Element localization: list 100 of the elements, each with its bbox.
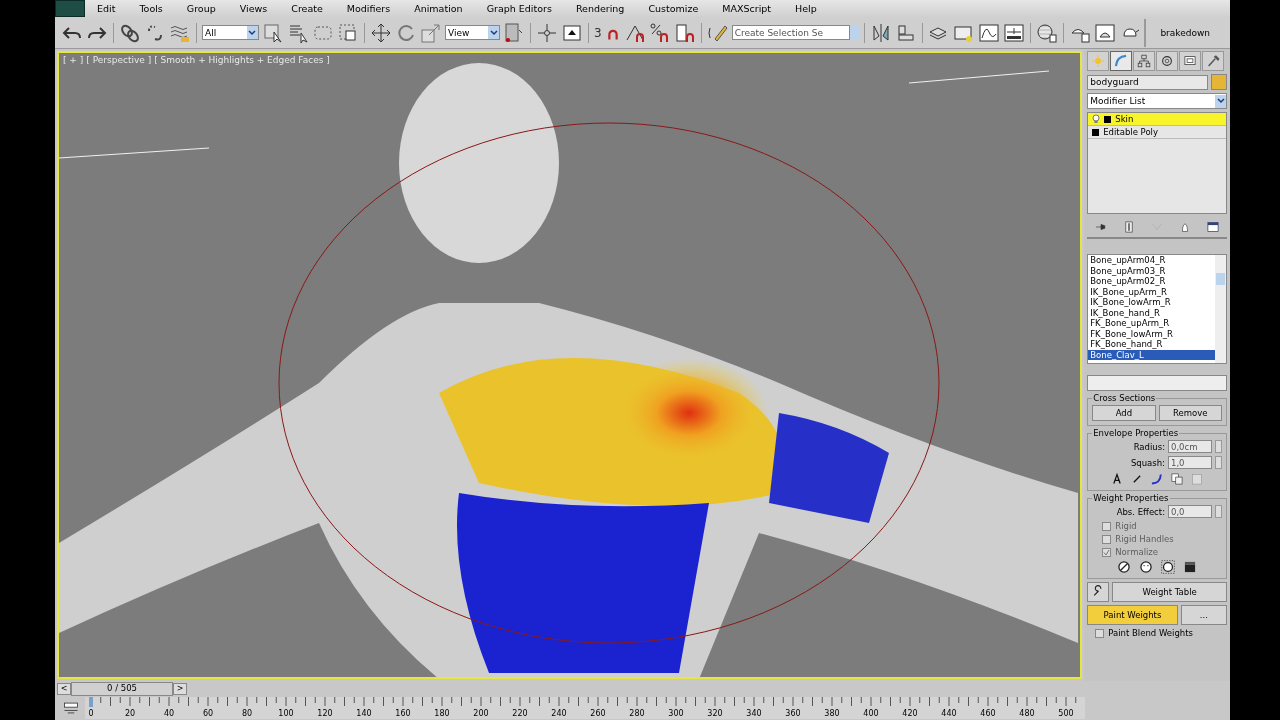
command-panel-tab[interactable] <box>1110 51 1133 71</box>
frame-label: 100 <box>278 709 294 718</box>
viewport-label[interactable]: [ Perspective ] <box>86 55 152 65</box>
frame-label: 160 <box>395 709 411 718</box>
menu-item[interactable]: MAXScript <box>710 3 784 14</box>
bone-list-item[interactable]: Bone_upArm03_R <box>1088 265 1215 276</box>
modifier-stack-item[interactable]: Editable Poly <box>1088 126 1226 139</box>
next-frame-button[interactable]: > <box>173 682 187 695</box>
cross-section-button[interactable]: Remove <box>1158 405 1222 421</box>
frame-label: 120 <box>317 709 333 718</box>
paint-weights-button[interactable]: Paint Weights <box>1087 605 1178 625</box>
viewport-label[interactable]: [ + ] <box>63 55 84 65</box>
window-crossing-icon[interactable] <box>337 21 359 44</box>
menu-item[interactable]: Animation <box>402 3 475 14</box>
bone-list[interactable]: Bone_upArm04_R Bone_upArm03_R Bone_upArm02_R IK_Bone_upArm_R IK_Bone_lowArm_R IK_Bone_hand_R FK_Bone_upArm_R FK_Bone_lowArm_R FK_Bone_hand_R Bone_Clav_L <box>1087 254 1227 364</box>
reference-coordinate-dropdown[interactable]: View <box>444 25 501 40</box>
menu-item[interactable]: Edit <box>85 3 128 14</box>
scrollbar-thumb[interactable] <box>1216 273 1225 285</box>
frame-label: 60 <box>202 709 214 718</box>
modifier-list-dropdown[interactable]: Modifier List <box>1087 93 1227 109</box>
selection-filter-dropdown[interactable]: All <box>201 25 259 40</box>
paint-options-button[interactable]: ... <box>1180 605 1227 625</box>
cross-section-button[interactable]: Add <box>1092 405 1156 421</box>
field-label: Radius: <box>1133 441 1165 452</box>
percent-snap-icon[interactable] <box>648 21 671 44</box>
move-icon[interactable] <box>369 21 392 44</box>
time-slider-thumb[interactable]: 0 / 505 <box>71 681 173 696</box>
selected-smiley-icon[interactable] <box>1161 560 1176 574</box>
group-title: Envelope Properties <box>1092 428 1180 438</box>
spinner-field[interactable]: 1,0 <box>1168 456 1212 469</box>
frame-label: 260 <box>590 709 606 718</box>
command-panel-tab[interactable] <box>1202 51 1225 71</box>
wrench-button[interactable] <box>1087 582 1110 602</box>
track-bar[interactable]: 0 20 40 60 80 100 120 140 160 180 200 220 240 260 280 300 320 340 360 380 400 420 440 460 480 500 <box>85 697 1085 719</box>
named-selection-field[interactable]: Create Selection Se <box>731 25 850 40</box>
material-editor-icon[interactable] <box>1036 21 1059 44</box>
group-title: Cross Sections <box>1092 393 1157 403</box>
object-color-swatch[interactable] <box>1211 74 1227 90</box>
menu-item[interactable]: Create <box>279 3 335 14</box>
smiley-icon[interactable] <box>1139 560 1154 574</box>
viewport[interactable]: [ + ] [ Perspective ] [ Smooth + Highlights + Edged Faces ] <box>57 51 1083 679</box>
frame-label: 200 <box>473 709 489 718</box>
frame-label: 180 <box>434 709 450 718</box>
frame-label: 460 <box>980 709 996 718</box>
command-panel-tab[interactable] <box>1133 51 1156 71</box>
menu-item[interactable]: Customize <box>636 3 711 14</box>
select-object-icon[interactable] <box>262 21 284 44</box>
menu-item[interactable]: Modifiers <box>334 3 403 14</box>
chevron-down-icon[interactable] <box>488 26 500 39</box>
modifier-stack-item[interactable]: Skin <box>1088 113 1226 126</box>
clapperboard-icon[interactable] <box>1183 560 1198 574</box>
copy-icon[interactable] <box>1170 472 1185 486</box>
hammer-icon <box>1205 53 1222 69</box>
spinner-field[interactable]: 0,0 <box>1168 505 1212 518</box>
object-name-field[interactable]: bodyguard <box>1087 74 1208 90</box>
curve-icon[interactable] <box>1150 472 1165 486</box>
no-smiley-icon[interactable] <box>1117 560 1132 574</box>
checkbox[interactable] <box>1095 628 1105 638</box>
weight-table-button[interactable]: Weight Table <box>1112 582 1227 602</box>
previous-frame-button[interactable]: < <box>57 682 71 695</box>
frame-label: 320 <box>707 709 723 718</box>
frame-label: 0 <box>88 709 94 718</box>
chevron-down-icon[interactable] <box>1215 94 1226 108</box>
bone-list-item[interactable]: Bone_upArm04_R <box>1088 255 1215 266</box>
bone-list-item[interactable]: FK_Bone_lowArm_R <box>1088 328 1215 339</box>
frame-label: 400 <box>863 709 879 718</box>
menu-item[interactable]: Help <box>783 3 829 14</box>
menu-item[interactable]: Rendering <box>563 3 637 14</box>
bone-list-item[interactable]: IK_Bone_upArm_R <box>1088 286 1215 297</box>
viewport-label[interactable]: [ Smooth + Highlights + Edged Faces ] <box>154 55 330 65</box>
command-panel-tab[interactable] <box>1179 51 1202 71</box>
bone-list-item[interactable]: Bone_Clav_L <box>1088 349 1215 360</box>
menu-item[interactable]: Tools <box>127 3 175 14</box>
checkbox-option[interactable]: Paint Blend Weights <box>1087 628 1227 638</box>
bone-list-item[interactable]: IK_Bone_lowArm_R <box>1088 297 1215 308</box>
manipulate-icon[interactable] <box>536 21 558 44</box>
light-bulb-icon[interactable] <box>1092 114 1101 124</box>
menu-item[interactable]: Group <box>174 3 228 14</box>
bone-list-item[interactable]: Bone_upArm02_R <box>1088 276 1215 287</box>
spinner-field[interactable]: 0,0cm <box>1168 440 1212 453</box>
bone-list-item[interactable]: IK_Bone_hand_R <box>1088 307 1215 318</box>
bone-name-field[interactable] <box>1087 375 1227 391</box>
spinner-snap-icon[interactable] <box>673 21 696 44</box>
command-panel-tab[interactable] <box>1156 51 1179 71</box>
frame-label: 280 <box>629 709 645 718</box>
snap-toggle[interactable]: 3 <box>594 25 602 40</box>
dope-sheet-icon[interactable] <box>1003 21 1026 44</box>
frame-label: 360 <box>785 709 801 718</box>
chevron-down-icon[interactable] <box>247 26 258 39</box>
bone-list-item[interactable]: FK_Bone_upArm_R <box>1088 318 1215 329</box>
bone-list-item[interactable]: FK_Bone_hand_R <box>1088 339 1215 350</box>
configure-sets-icon[interactable] <box>1206 220 1220 234</box>
menu-item[interactable]: Graph Editors <box>474 3 564 14</box>
frame-label: 340 <box>746 709 762 718</box>
curve-editor-icon[interactable] <box>978 21 1001 44</box>
frame-label: 420 <box>902 709 918 718</box>
key-filter-icon[interactable] <box>61 699 81 717</box>
rendered-frame-icon[interactable] <box>1094 21 1117 44</box>
frame-label: 40 <box>163 709 175 718</box>
menu-item[interactable]: Views <box>227 3 280 14</box>
